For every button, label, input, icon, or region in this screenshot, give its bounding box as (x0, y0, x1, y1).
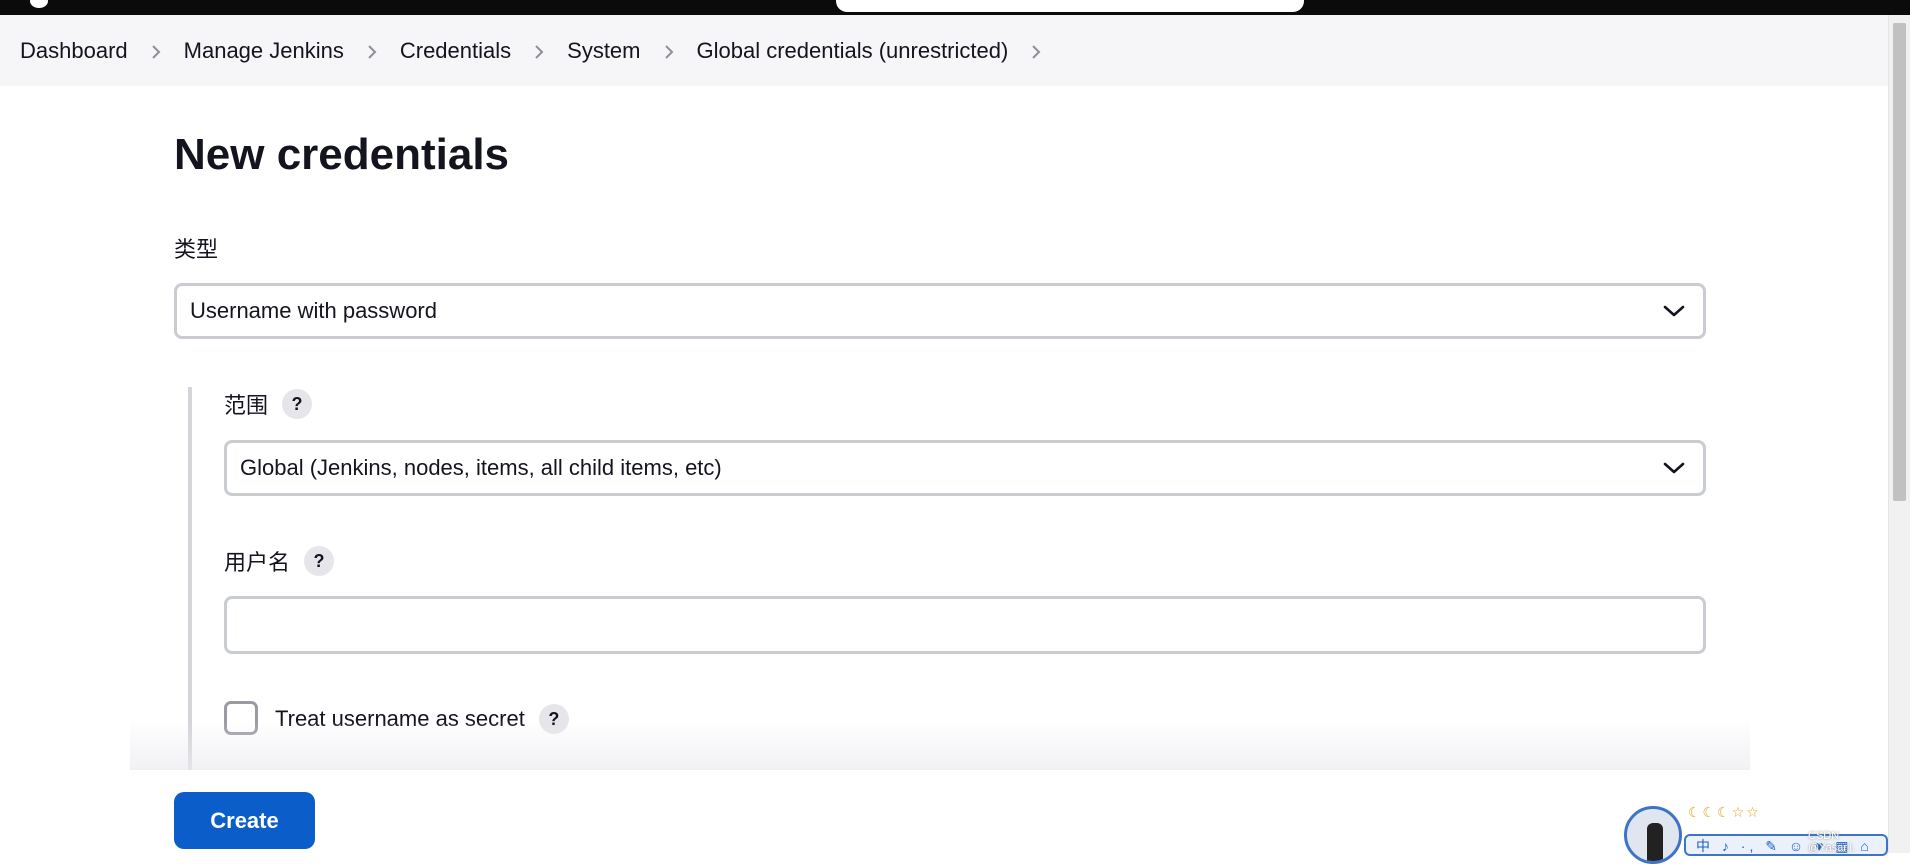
username-label-text: 用户名 (224, 550, 291, 575)
watermark: CSDN @Yasar.l. (1808, 830, 1856, 854)
breadcrumb-global-credentials[interactable]: Global credentials (unrestricted) (697, 38, 1009, 64)
scope-select-value: Global (Jenkins, nodes, items, all child… (240, 455, 722, 480)
search-box[interactable] (836, 0, 1304, 12)
scope-label-text: 范围 (224, 393, 269, 418)
scope-select[interactable]: Global (Jenkins, nodes, items, all child… (224, 440, 1706, 496)
avatar[interactable] (1624, 806, 1682, 864)
chevron-right-icon[interactable] (128, 38, 184, 64)
breadcrumb-system[interactable]: System (567, 38, 640, 64)
breadcrumb: Dashboard Manage Jenkins Credentials Sys… (0, 15, 1888, 86)
vertical-scrollbar[interactable] (1888, 15, 1910, 853)
username-input[interactable] (224, 596, 1706, 654)
credential-fields-rail (188, 387, 192, 772)
kind-label-text: 类型 (174, 237, 219, 262)
bottom-fade (130, 720, 1750, 770)
breadcrumb-credentials[interactable]: Credentials (400, 38, 511, 64)
kind-select[interactable]: Username with password (174, 283, 1706, 339)
jenkins-logo[interactable] (30, 0, 48, 8)
username-label: 用户名 ? (224, 545, 335, 577)
chevron-down-icon (1663, 462, 1685, 474)
kind-select-value: Username with password (190, 298, 437, 323)
scope-label: 范围 ? (224, 388, 313, 420)
chevron-right-icon[interactable] (344, 38, 400, 64)
question-mark-icon[interactable]: ? (282, 389, 313, 419)
question-mark-icon[interactable]: ? (304, 546, 335, 576)
breadcrumb-dashboard[interactable]: Dashboard (20, 38, 128, 64)
chevron-right-icon[interactable] (641, 38, 697, 64)
chevron-right-icon[interactable] (1008, 38, 1064, 64)
moon-stars-icon: ☾☾☾☆☆ (1688, 804, 1761, 820)
chevron-down-icon (1663, 305, 1685, 317)
floating-assistant-widget[interactable]: ☾☾☾☆☆ 中 ♪ ·, ✎ ☺ ♥ ▦ ⌂ CSDN @Yasar.l. (1622, 804, 1888, 864)
kind-label: 类型 (174, 232, 218, 264)
scrollbar-thumb[interactable] (1893, 23, 1906, 501)
create-button[interactable]: Create (174, 792, 315, 849)
chevron-right-icon[interactable] (511, 38, 567, 64)
breadcrumb-manage-jenkins[interactable]: Manage Jenkins (184, 38, 344, 64)
top-header-bar (0, 0, 1910, 15)
page-title: New credentials (174, 130, 510, 179)
